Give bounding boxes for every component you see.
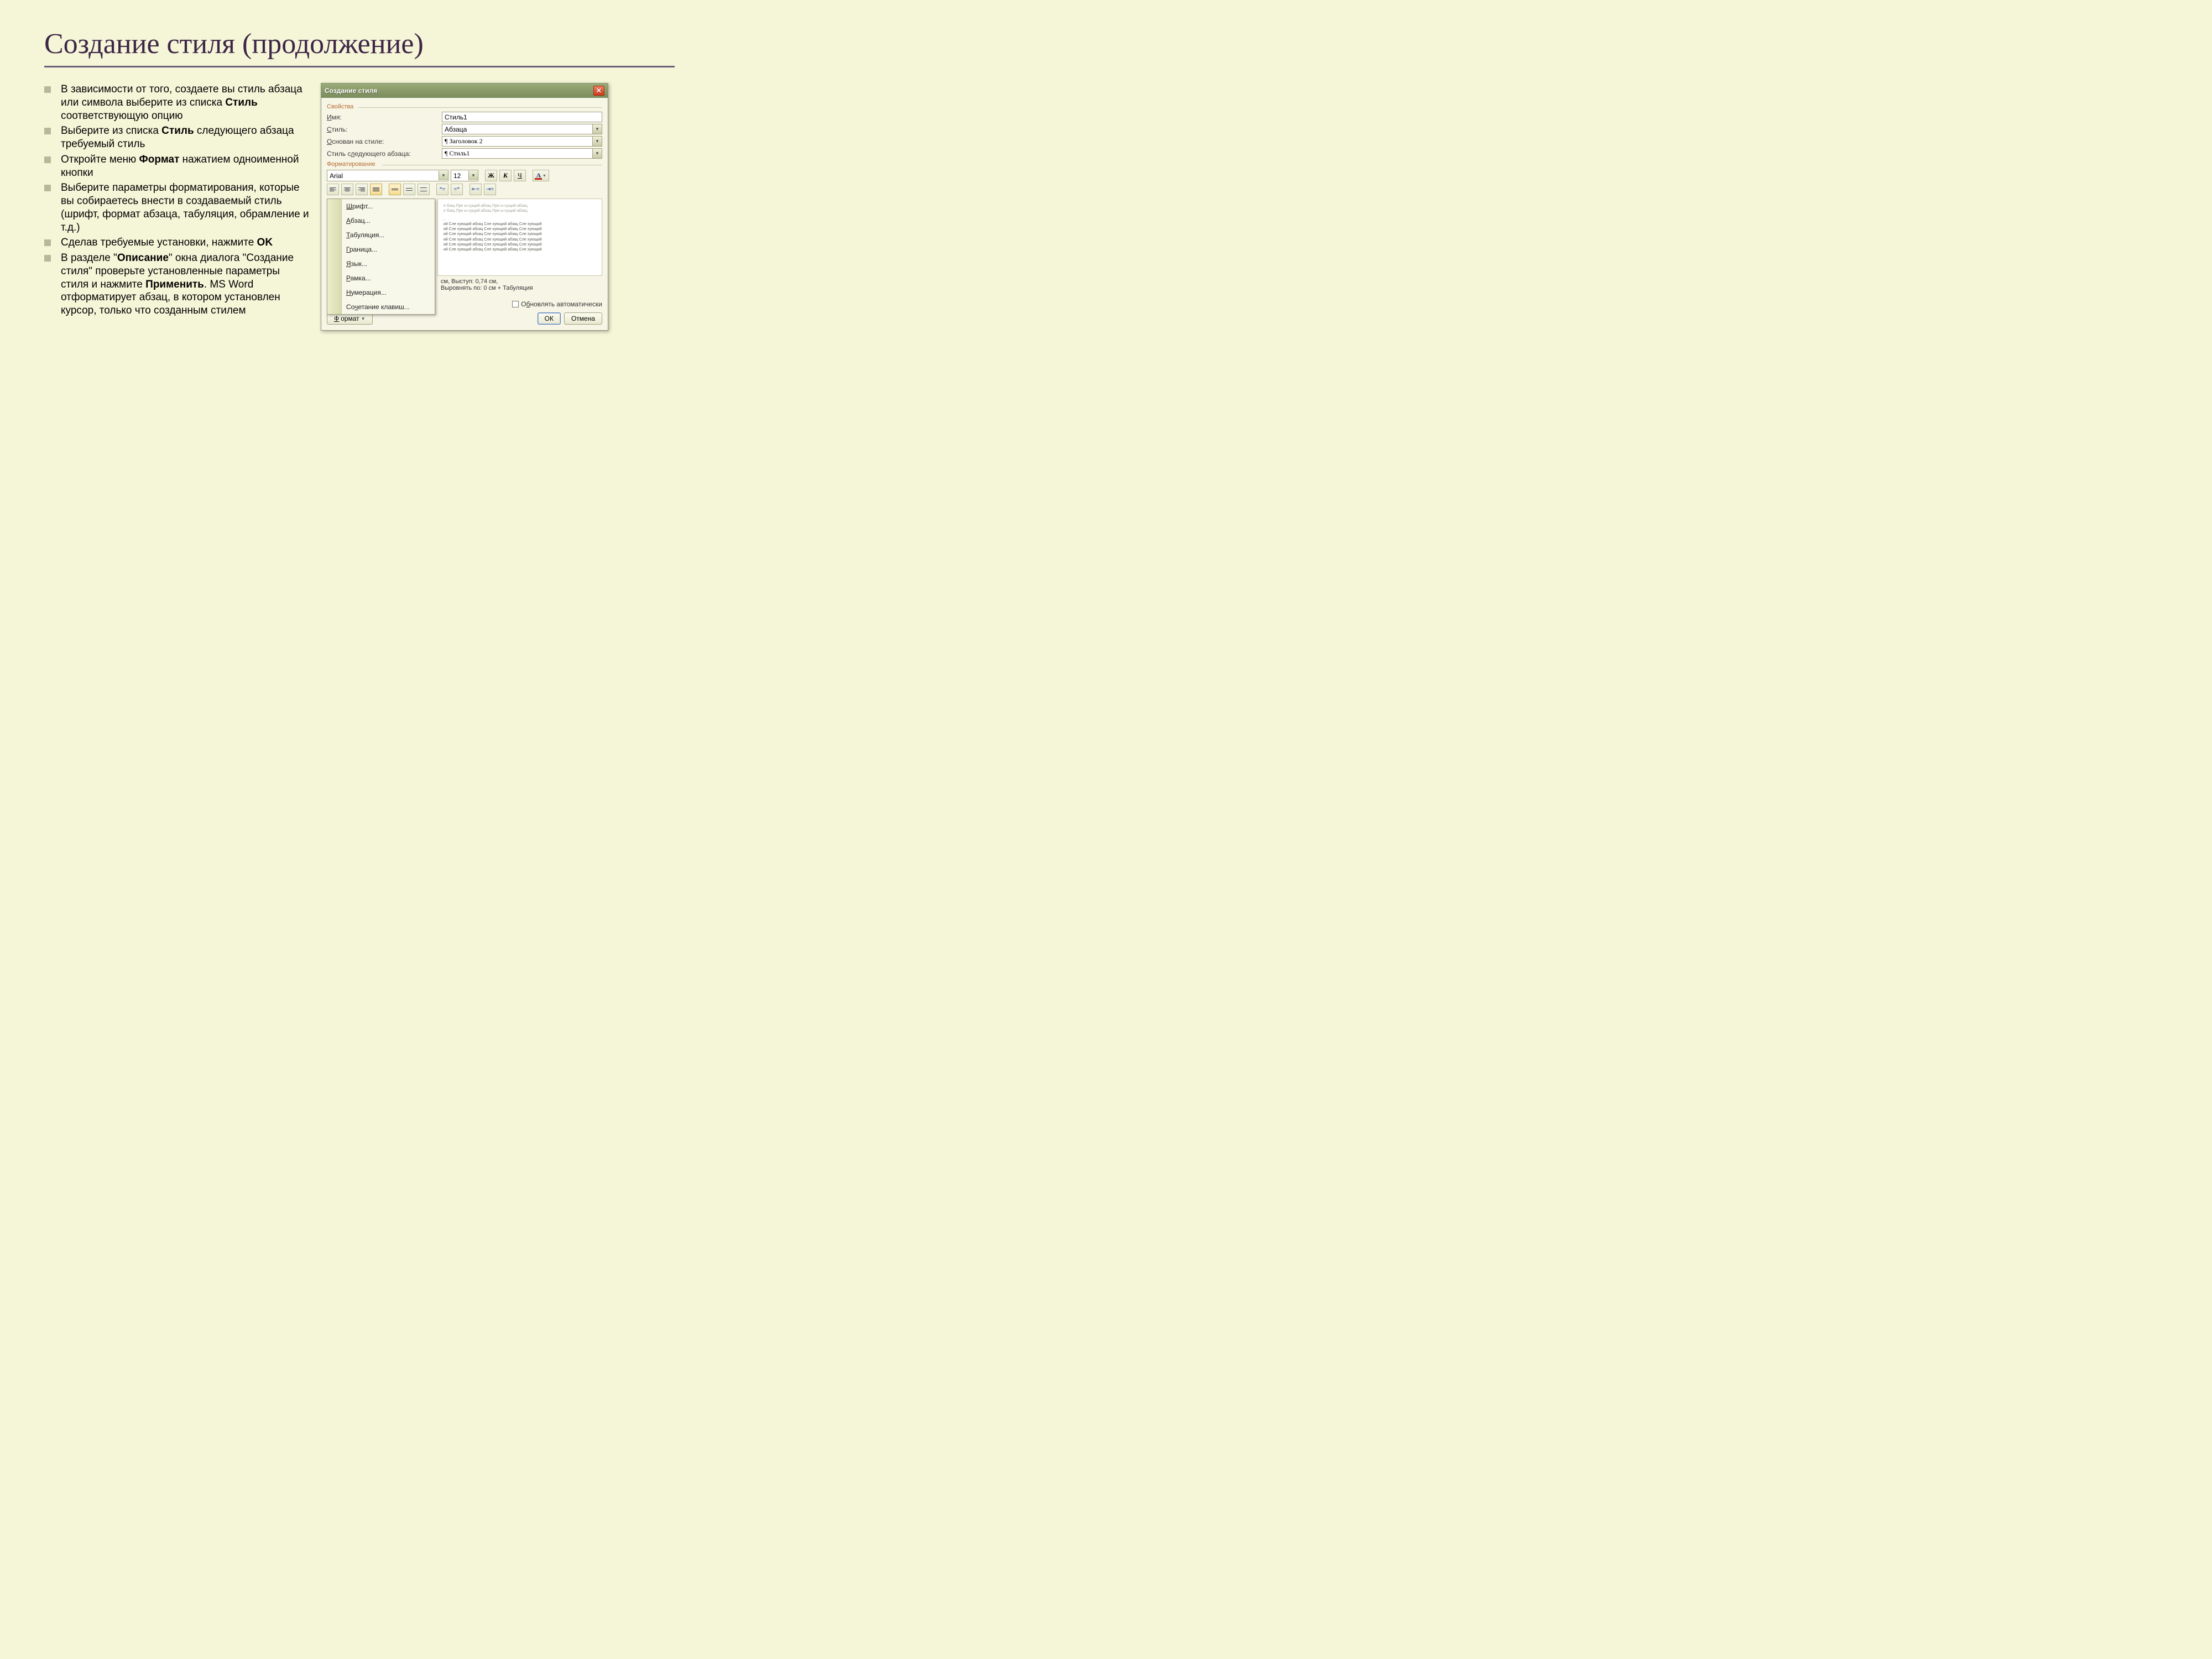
list-item: В разделе "Описание" окна диалога "Созда… [44,252,310,317]
chevron-down-icon: ▼ [361,316,366,321]
list-item: Откройте меню Формат нажатием одноименно… [44,153,310,180]
align-center-icon[interactable] [341,184,353,195]
label-next-style: Стиль следующего абзаца: [327,150,437,158]
dialog-body: Свойства Имя: Стиль1 Стиль: Абзаца▾ Осно… [321,98,608,330]
row-style: Стиль: Абзаца▾ [327,124,602,134]
menu-item-border[interactable]: Граница... [327,242,435,257]
menu-item-frame[interactable]: Рамка... [327,271,435,285]
font-combo[interactable]: Arial▾ [327,170,448,181]
input-name[interactable]: Стиль1 [442,112,602,122]
italic-button[interactable]: К [499,170,512,181]
align-justify-icon[interactable] [370,184,382,195]
preview-line: ий Сле хующий абзац Сле хующий абзац Сле… [444,237,596,242]
preview-line: ий Сле хующий абзац Сле хующий абзац Сле… [444,232,596,237]
chevron-down-icon[interactable]: ▾ [468,171,478,180]
preview-line: ий Сле хующий абзац Сле хующий абзац Сле… [444,242,596,247]
list-item: Сделав требуемые установки, нажмите OK [44,236,310,249]
slide: Создание стиля (продолжение) В зависимос… [0,0,708,531]
menu-item-numbering[interactable]: Нумерация... [327,285,435,300]
dialog-title: Создание стиля [325,87,377,95]
menu-item-font[interactable]: Шрифт... [327,199,435,213]
preview-line: ий Сле хующий абзац Сле хующий абзац Сле… [444,247,596,252]
dialog-titlebar[interactable]: Создание стиля ✕ [321,84,608,98]
preview-line: е бзац Пре ы-сущий абзац Пре ы-сущий абз… [444,204,596,208]
ok-button[interactable]: ОК [538,312,561,325]
row-name: Имя: Стиль1 [327,112,602,122]
underline-button[interactable]: Ч [514,170,526,181]
indent-decrease-icon[interactable]: ⇤≡ [469,184,482,195]
spacing-2-icon[interactable] [418,184,430,195]
menu-item-language[interactable]: Язык... [327,257,435,271]
style-dialog: Создание стиля ✕ Свойства Имя: Стиль1 Ст… [321,83,608,331]
auto-update-checkbox[interactable]: Обновлять автоматически [512,300,602,308]
chevron-down-icon[interactable]: ▾ [592,137,602,146]
description-text: см, Выступ: 0,74 см, Выровнять по: 0 см … [441,278,600,291]
close-icon[interactable]: ✕ [593,86,604,96]
preview-line: ий Сле хующий абзац Сле хующий абзац Сле… [444,222,596,227]
select-based-on[interactable]: ¶ Заголовок 2▾ [442,136,602,147]
font-toolbar: Arial▾ 12▾ Ж К Ч А▾ [327,170,602,181]
preview-line: ий Сле хующий абзац Сле хующий абзац Сле… [444,227,596,232]
label-name: Имя: [327,113,437,121]
list-item: Выберите параметры форматирования, котор… [44,181,310,234]
label-based-on: Основан на стиле: [327,138,437,145]
menu-item-tabs[interactable]: Табуляция... [327,228,435,242]
checkbox-icon[interactable] [512,301,519,307]
font-color-button[interactable]: А▾ [533,170,549,181]
spacing-1-icon[interactable] [389,184,401,195]
list-item: В зависимости от того, создаете вы стиль… [44,83,310,122]
menu-item-paragraph[interactable]: Абзац... [327,213,435,228]
bold-button[interactable]: Ж [485,170,497,181]
content-columns: В зависимости от того, создаете вы стиль… [44,83,675,331]
chevron-down-icon[interactable]: ▾ [592,149,602,158]
space-before-icon[interactable]: *≡ [436,184,448,195]
format-menu: Шрифт... Абзац... Табуляция... Граница..… [327,199,435,315]
dialog-column: Создание стиля ✕ Свойства Имя: Стиль1 Ст… [321,83,675,331]
menu-item-shortcut[interactable]: Сочетание клавиш... [327,300,435,314]
label-style: Стиль: [327,126,437,133]
row-next-style: Стиль следующего абзаца: ¶ Стиль1▾ [327,148,602,159]
indent-increase-icon[interactable]: ⇥≡ [484,184,496,195]
bullets-column: В зависимости от того, создаете вы стиль… [44,83,310,331]
preview-line: , [444,217,596,222]
chevron-down-icon[interactable]: ▾ [592,124,602,134]
preview-line: е бзац Пре ы-сущий абзац Пре ы-сущий абз… [444,208,596,213]
preview-box: е бзац Пре ы-сущий абзац Пре ы-сущий абз… [437,199,602,276]
space-after-icon[interactable]: ≡* [451,184,463,195]
preview-area: е бзац Пре ы-сущий абзац Пре ы-сущий абз… [327,199,602,298]
chevron-down-icon[interactable]: ▾ [439,171,448,180]
list-item: Выберите из списка Стиль следующего абза… [44,124,310,151]
cancel-button[interactable]: Отмена [564,312,602,325]
title-underline [44,66,675,67]
align-left-icon[interactable] [327,184,339,195]
select-style[interactable]: Абзаца▾ [442,124,602,134]
group-formatting-label: Форматирование [327,161,602,168]
paragraph-toolbar: *≡ ≡* ⇤≡ ⇥≡ [327,184,602,195]
align-right-icon[interactable] [356,184,368,195]
group-properties-label: Свойства [327,103,602,110]
slide-title: Создание стиля (продолжение) [44,28,675,60]
size-combo[interactable]: 12▾ [451,170,478,181]
bullet-list: В зависимости от того, создаете вы стиль… [44,83,310,317]
spacing-1-5-icon[interactable] [403,184,415,195]
select-next-style[interactable]: ¶ Стиль1▾ [442,148,602,159]
row-based-on: Основан на стиле: ¶ Заголовок 2▾ [327,136,602,147]
